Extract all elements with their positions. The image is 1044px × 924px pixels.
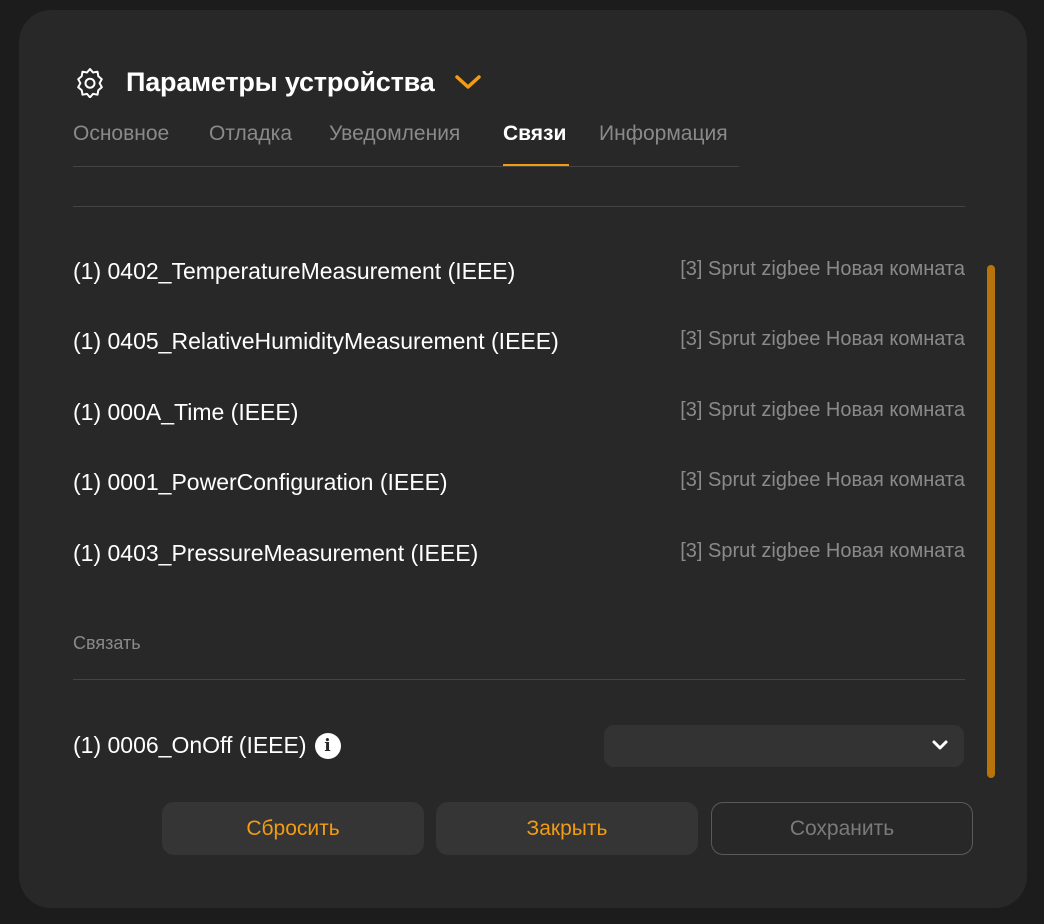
binding-target: [3] Sprut zigbee Новая комната — [680, 328, 965, 350]
chevron-down-icon[interactable] — [453, 67, 483, 97]
binding-cluster-name: (1) 0001_PowerConfiguration (IEEE) — [73, 469, 448, 495]
binding-target: [3] Sprut zigbee Новая комната — [680, 399, 965, 421]
binding-cluster-name: (1) 0402_TemperatureMeasurement (IEEE) — [73, 258, 516, 284]
info-icon[interactable]: i — [314, 732, 341, 759]
binding-row: (1) 000A_Time (IEEE) [3] Sprut zigbee Но… — [73, 399, 965, 439]
binding-target: [3] Sprut zigbee Новая комната — [680, 258, 965, 280]
binding-cluster-name: (1) 0403_PressureMeasurement (IEEE) — [73, 540, 479, 566]
link-target-select[interactable] — [604, 725, 964, 767]
gear-icon — [73, 65, 107, 99]
device-settings-modal: Параметры устройства Основное Отладка Ув… — [19, 10, 1027, 908]
scrollbar[interactable] — [987, 265, 995, 778]
binding-cluster-name: (1) 000A_Time (IEEE) — [73, 399, 299, 425]
tab-notifications[interactable]: Уведомления — [329, 122, 460, 146]
binding-row: (1) 0405_RelativeHumidityMeasurement (IE… — [73, 328, 965, 368]
modal-title: Параметры устройства — [126, 66, 435, 97]
active-tab-indicator — [503, 164, 569, 166]
modal-header: Параметры устройства — [73, 65, 483, 99]
tab-bar: Основное Отладка Уведомления Связи Инфор… — [73, 118, 739, 167]
divider — [73, 679, 965, 680]
divider — [73, 206, 965, 207]
binding-cluster-name: (1) 0405_RelativeHumidityMeasurement (IE… — [73, 328, 559, 354]
link-row: (1) 0006_OnOff (IEEE) i — [73, 732, 341, 759]
link-cluster-name: (1) 0006_OnOff (IEEE) — [73, 732, 307, 758]
tab-main[interactable]: Основное — [73, 122, 169, 146]
save-button[interactable]: Сохранить — [711, 802, 973, 855]
binding-row: (1) 0403_PressureMeasurement (IEEE) [3] … — [73, 540, 965, 580]
binding-target: [3] Sprut zigbee Новая комната — [680, 540, 965, 562]
binding-target: [3] Sprut zigbee Новая комната — [680, 469, 965, 491]
close-button[interactable]: Закрыть — [436, 802, 698, 855]
binding-row: (1) 0402_TemperatureMeasurement (IEEE) [… — [73, 258, 965, 298]
reset-button[interactable]: Сбросить — [162, 802, 424, 855]
link-section-label: Связать — [73, 633, 141, 653]
binding-row: (1) 0001_PowerConfiguration (IEEE) [3] S… — [73, 469, 965, 509]
chevron-down-icon — [930, 735, 950, 760]
tab-debug[interactable]: Отладка — [209, 122, 292, 146]
tab-info[interactable]: Информация — [599, 122, 728, 146]
tab-bindings[interactable]: Связи — [503, 122, 566, 146]
